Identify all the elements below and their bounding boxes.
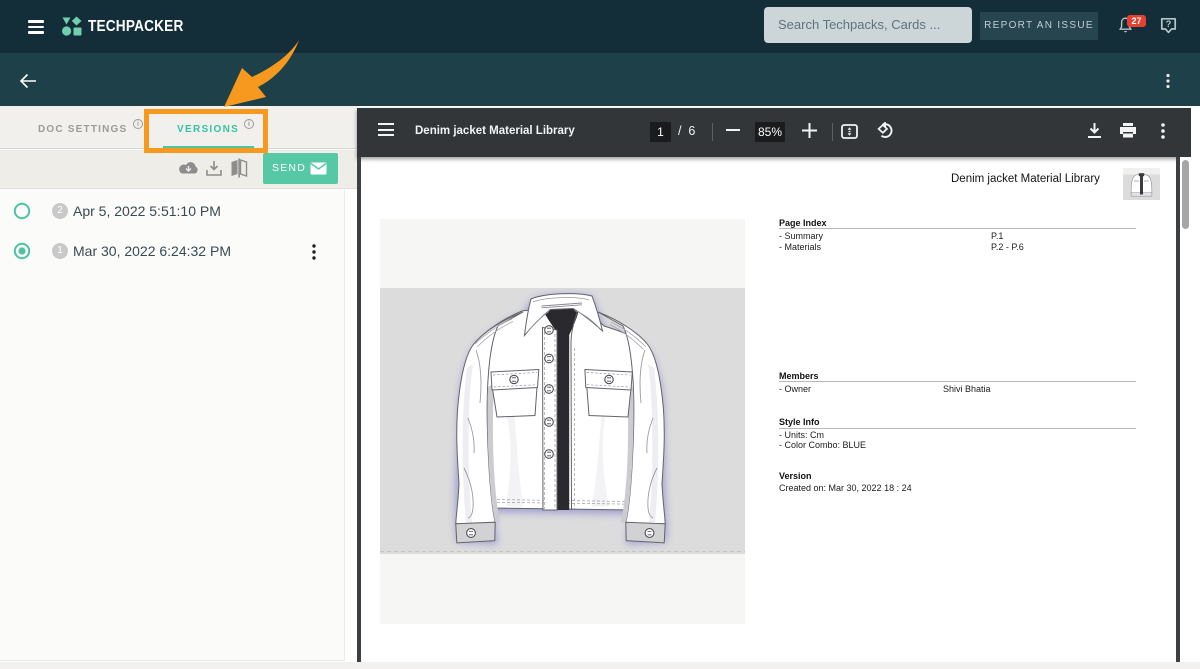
svg-text:?: ? xyxy=(1166,19,1172,30)
